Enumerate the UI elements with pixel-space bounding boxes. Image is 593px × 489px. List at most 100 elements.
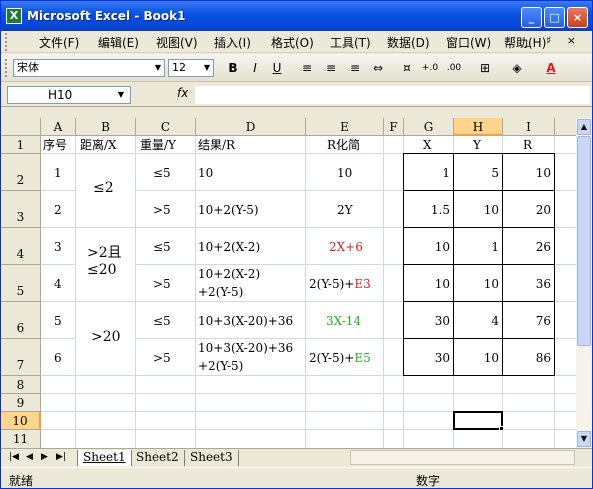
- formula-input[interactable]: [195, 86, 590, 104]
- row-header-3[interactable]: 3: [1, 191, 41, 228]
- borders-icon[interactable]: ⊞: [475, 58, 495, 78]
- title-bar[interactable]: X Microsoft Excel - Book1 _ □ ×: [1, 1, 592, 31]
- select-all-corner[interactable]: [1, 118, 41, 136]
- cell-e6[interactable]: 3X-14: [326, 313, 361, 329]
- merge-center-icon[interactable]: ⇔: [368, 58, 388, 78]
- menu-edit[interactable]: 编辑(E): [98, 34, 139, 51]
- cell-c4[interactable]: ≤5: [153, 239, 171, 255]
- cell-a4[interactable]: 3: [54, 239, 62, 255]
- cell-a3[interactable]: 2: [54, 202, 62, 218]
- worksheet-grid[interactable]: A B C D E F G H I 1 2 3 4 5 6 7 8 9 10 1…: [1, 118, 576, 448]
- close-button[interactable]: ×: [567, 7, 588, 28]
- align-center-icon[interactable]: ≡: [321, 58, 341, 78]
- cell-d5[interactable]: 10+2(X-2): [198, 266, 260, 282]
- cell-b4-line2[interactable]: ≤20: [87, 262, 117, 278]
- column-header-c[interactable]: C: [136, 118, 196, 136]
- menu-file[interactable]: 文件(F): [39, 34, 79, 51]
- vertical-scrollbar[interactable]: ▲ ▼: [576, 118, 592, 448]
- align-right-icon[interactable]: ≡: [345, 58, 365, 78]
- scroll-up-icon[interactable]: ▲: [577, 119, 591, 135]
- bold-button[interactable]: B: [223, 58, 243, 78]
- cell-d6[interactable]: 10+3(X-20)+36: [198, 313, 293, 329]
- last-sheet-icon[interactable]: ▶|: [56, 452, 66, 462]
- column-header-d[interactable]: D: [196, 118, 306, 136]
- align-left-icon[interactable]: ≡: [297, 58, 317, 78]
- first-sheet-icon[interactable]: |◀: [9, 452, 19, 462]
- cell-h7[interactable]: 10: [454, 350, 499, 366]
- cell-h3[interactable]: 10: [454, 202, 499, 218]
- cell-a1[interactable]: 序号: [43, 137, 67, 153]
- underline-button[interactable]: U: [267, 58, 287, 78]
- horizontal-scrollbar[interactable]: [350, 450, 575, 465]
- column-header-h[interactable]: H: [454, 118, 503, 136]
- cell-g6[interactable]: 30: [404, 313, 450, 329]
- cell-d4[interactable]: 10+2(X-2): [198, 239, 260, 255]
- cell-a6[interactable]: 5: [54, 313, 62, 329]
- column-header-a[interactable]: A: [41, 118, 76, 136]
- cell-c1[interactable]: 重量/Y: [140, 137, 176, 153]
- cell-i4[interactable]: 26: [503, 239, 551, 255]
- row-header-5[interactable]: 5: [1, 265, 41, 302]
- next-sheet-icon[interactable]: ▶: [41, 452, 48, 462]
- excel-icon[interactable]: X: [6, 8, 22, 24]
- cell-b4[interactable]: >2且: [87, 245, 122, 261]
- column-header-g[interactable]: G: [404, 118, 454, 136]
- cell-d1[interactable]: 结果/R: [198, 137, 235, 153]
- increase-decimal-icon[interactable]: +.0: [420, 58, 440, 78]
- cell-e3[interactable]: 2Y: [337, 202, 353, 218]
- cell-i2[interactable]: 10: [503, 165, 551, 181]
- cell-c3[interactable]: >5: [153, 202, 171, 218]
- cell-e4[interactable]: 2X+6: [329, 239, 363, 255]
- cell-e2[interactable]: 10: [337, 165, 352, 181]
- fx-icon[interactable]: fx: [177, 86, 188, 100]
- cell-e7[interactable]: 2(Y-5)+E5: [309, 350, 371, 366]
- menu-view[interactable]: 视图(V): [156, 34, 198, 51]
- row-header-6[interactable]: 6: [1, 302, 41, 339]
- cell-a5[interactable]: 4: [54, 276, 62, 292]
- cell-i5[interactable]: 36: [503, 276, 551, 292]
- menu-format[interactable]: 格式(O): [271, 34, 314, 51]
- row-header-1[interactable]: 1: [1, 136, 41, 154]
- cell-c6[interactable]: ≤5: [153, 313, 171, 329]
- cell-g1[interactable]: X: [423, 137, 432, 153]
- cell-g2[interactable]: 1: [404, 165, 450, 181]
- cell-g3[interactable]: 1.5: [404, 202, 450, 218]
- document-window-buttons[interactable]: _ ♯ ×: [525, 34, 582, 47]
- cell-d5-line2[interactable]: +2(Y-5): [198, 284, 243, 300]
- sheet-tab-sheet1[interactable]: Sheet1: [77, 450, 132, 466]
- cell-d7-line2[interactable]: +2(Y-5): [198, 358, 243, 374]
- fill-handle[interactable]: [499, 426, 504, 431]
- scroll-thumb[interactable]: [577, 136, 591, 346]
- cell-d3[interactable]: 10+2(Y-5): [198, 202, 259, 218]
- cell-g7[interactable]: 30: [404, 350, 450, 366]
- row-header-8[interactable]: 8: [1, 376, 41, 394]
- cell-b1[interactable]: 距离/X: [80, 137, 117, 153]
- cell-h5[interactable]: 10: [454, 276, 499, 292]
- cell-c2[interactable]: ≤5: [153, 165, 171, 181]
- cell-a2[interactable]: 1: [54, 165, 62, 181]
- cell-h6[interactable]: 4: [454, 313, 499, 329]
- column-header-b[interactable]: B: [76, 118, 136, 136]
- font-color-icon[interactable]: A: [541, 58, 561, 78]
- fill-color-icon[interactable]: ◈: [507, 58, 527, 78]
- cell-c5[interactable]: >5: [153, 276, 171, 292]
- cell-i3[interactable]: 20: [503, 202, 551, 218]
- row-header-9[interactable]: 9: [1, 394, 41, 412]
- row-header-11[interactable]: 11: [1, 430, 41, 448]
- column-header-i[interactable]: I: [503, 118, 555, 136]
- font-size-select[interactable]: 12 ▼: [168, 59, 214, 77]
- cell-g4[interactable]: 10: [404, 239, 450, 255]
- cell-i1[interactable]: R: [523, 137, 532, 153]
- sheet-tab-sheet2[interactable]: Sheet2: [131, 450, 185, 466]
- decrease-decimal-icon[interactable]: .00: [444, 58, 464, 78]
- column-header-e[interactable]: E: [306, 118, 384, 136]
- cell-g5[interactable]: 10: [404, 276, 450, 292]
- row-header-7[interactable]: 7: [1, 339, 41, 376]
- active-cell-h10[interactable]: [453, 411, 503, 430]
- sheet-tab-sheet3[interactable]: Sheet3: [185, 450, 239, 466]
- row-header-2[interactable]: 2: [1, 154, 41, 191]
- cell-h1[interactable]: Y: [473, 137, 481, 153]
- cell-i7[interactable]: 86: [503, 350, 551, 366]
- cell-e5[interactable]: 2(Y-5)+E3: [309, 276, 371, 292]
- name-box[interactable]: H10 ▼: [7, 86, 131, 104]
